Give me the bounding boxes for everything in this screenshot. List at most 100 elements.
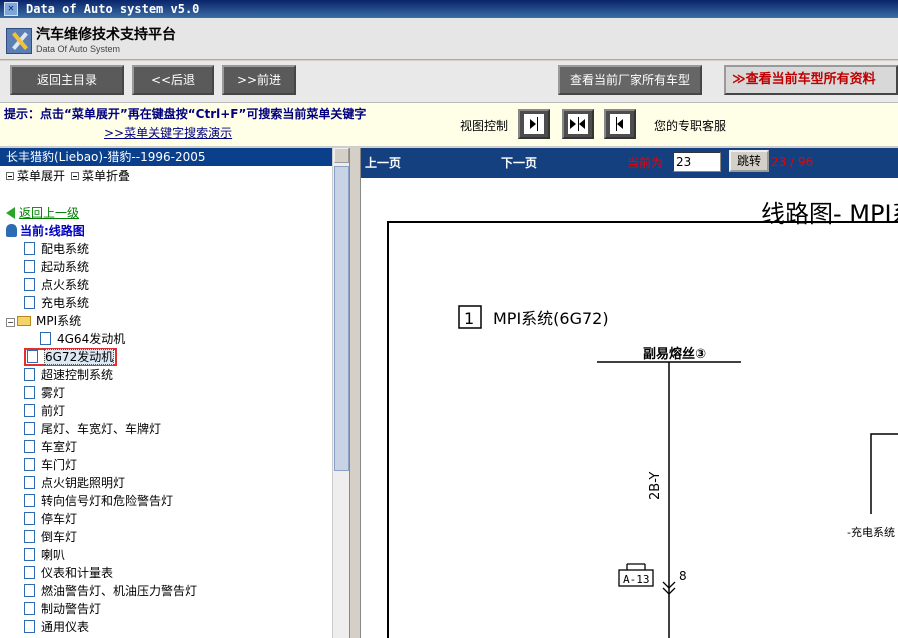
document-icon — [24, 296, 35, 309]
tree-item-4g64[interactable]: 4G64发动机 — [6, 330, 349, 348]
tree-item[interactable]: 起动系统 — [6, 258, 349, 276]
current-page-label: 当前为 — [627, 154, 664, 171]
document-icon — [24, 566, 35, 579]
document-icon — [24, 386, 35, 399]
page-number-input[interactable] — [673, 152, 721, 172]
connector-id: A-13 — [623, 573, 650, 586]
tree-item-label: 制动警告灯 — [41, 602, 102, 616]
selected-highlight: 6G72发动机 — [24, 348, 118, 366]
tree-item[interactable]: 喇叭 — [6, 546, 349, 564]
forward-button[interactable]: >>前进 — [222, 65, 296, 95]
tree-item[interactable]: 雾灯 — [6, 384, 349, 402]
app-header: 汽车维修技术支持平台 Data Of Auto System — [0, 18, 898, 60]
jump-button[interactable]: 跳转 — [729, 150, 769, 172]
next-page-button[interactable]: 下一页 — [501, 154, 537, 171]
folder-icon — [17, 316, 31, 326]
tree-item[interactable]: 充电系统 — [6, 294, 349, 312]
brand-title: 汽车维修技术支持平台 — [36, 27, 176, 43]
view-control-label: 视图控制 — [460, 119, 509, 133]
tree-scrollbar[interactable] — [332, 148, 349, 638]
tree-item[interactable]: 仪表和计量表 — [6, 564, 349, 582]
section-number: 1 — [464, 309, 474, 328]
document-icon — [24, 278, 35, 291]
tree-item-6g72-selected[interactable]: 6G72发动机 — [6, 348, 349, 366]
document-icon — [24, 512, 35, 525]
prev-page-button[interactable]: 上一页 — [365, 154, 401, 171]
tree-item[interactable]: 燃油警告灯、机油压力警告灯 — [6, 582, 349, 600]
scroll-up-icon[interactable] — [334, 148, 349, 163]
tree-item-label: 起动系统 — [41, 260, 90, 274]
document-icon — [24, 602, 35, 615]
document-icon — [24, 476, 35, 489]
tree-item[interactable]: 超速控制系统 — [6, 366, 349, 384]
window-title: Data of Auto system v5.0 — [26, 2, 200, 16]
collapse-icon — [71, 172, 80, 180]
back-button[interactable]: <<后退 — [132, 65, 214, 95]
back-up-link[interactable]: 返回上一级 — [6, 204, 349, 222]
document-icon — [24, 422, 35, 435]
tree-item[interactable]: 倒车灯 — [6, 528, 349, 546]
tree-item-label: 转向信号灯和危险警告灯 — [41, 494, 174, 508]
document-icon — [40, 332, 51, 345]
document-icon — [24, 584, 35, 597]
view-split-button[interactable] — [562, 109, 594, 139]
app-icon: ✕ — [4, 2, 18, 16]
document-icon — [24, 620, 35, 633]
customer-service: 您的专职客服 — [654, 119, 727, 133]
document-icon — [24, 368, 35, 381]
tree-item[interactable]: 点火系统 — [6, 276, 349, 294]
tree-item-label: 停车灯 — [41, 512, 78, 526]
document-icon — [24, 548, 35, 561]
scroll-thumb[interactable] — [334, 166, 349, 471]
document-icon — [24, 260, 35, 273]
tree-item-label: 喇叭 — [41, 548, 66, 562]
tree-item-label: 车室灯 — [41, 440, 78, 454]
tree-item-label: 尾灯、车宽灯、车牌灯 — [41, 422, 162, 436]
tree-item-label: 雾灯 — [41, 386, 66, 400]
tree-item[interactable]: 前灯 — [6, 402, 349, 420]
document-icon — [24, 242, 35, 255]
tree-item-label: 点火钥匙照明灯 — [41, 476, 126, 490]
menu-collapse-button[interactable]: 菜单折叠 — [71, 166, 130, 186]
search-demo-link[interactable]: >>菜单关键字搜索演示 — [104, 124, 232, 141]
diagram-viewer-panel: 上一页 下一页 当前为 跳转 23 / 96 线路图- MPI系统 1 MPI系… — [360, 148, 898, 638]
menu-tools: 菜单展开 菜单折叠 — [0, 166, 349, 186]
wiring-diagram[interactable]: 线路图- MPI系统 1 MPI系统(6G72) 副易熔丝③ 2B-Y A-13… — [361, 178, 898, 638]
home-button[interactable]: 返回主目录 — [10, 65, 124, 95]
menu-tree: 返回上一级 当前:线路图 配电系统 起动系统 点火系统 充电系统 − MPI系统 4G6… — [0, 204, 349, 636]
section-title: MPI系统(6G72) — [493, 309, 609, 328]
tree-folder-mpi[interactable]: − MPI系统 — [6, 312, 349, 330]
tree-item[interactable]: 车室灯 — [6, 438, 349, 456]
menu-tree-panel: 长丰猎豹(Liebao)-猎豹--1996-2005 菜单展开 菜单折叠 返回上… — [0, 148, 350, 638]
tree-item[interactable]: 配电系统 — [6, 240, 349, 258]
tree-item[interactable]: 通用仪表 — [6, 618, 349, 636]
document-icon — [24, 530, 35, 543]
tree-item[interactable]: 车门灯 — [6, 456, 349, 474]
location-icon — [6, 224, 17, 237]
vehicle-header: 长丰猎豹(Liebao)-猎豹--1996-2005 — [0, 148, 349, 166]
nav-toolbar: 返回主目录 <<后退 >>前进 查看当前厂家所有车型 ≫查看当前车型所有资料 — [0, 61, 898, 103]
tree-item[interactable]: 停车灯 — [6, 510, 349, 528]
document-icon — [24, 404, 35, 417]
view-expand-right-button[interactable] — [518, 109, 550, 139]
tree-item-label: 充电系统 — [41, 296, 90, 310]
document-icon — [24, 440, 35, 453]
tree-item[interactable]: 制动警告灯 — [6, 600, 349, 618]
menu-expand-button[interactable]: 菜单展开 — [6, 166, 65, 186]
pin-number: 8 — [679, 569, 687, 583]
brand-subtitle: Data Of Auto System — [36, 44, 121, 54]
tree-item-label: 通用仪表 — [41, 620, 90, 634]
all-data-model-button[interactable]: ≫查看当前车型所有资料 — [724, 65, 898, 95]
document-icon — [24, 494, 35, 507]
tree-item[interactable]: 尾灯、车宽灯、车牌灯 — [6, 420, 349, 438]
tree-item[interactable]: 转向信号灯和危险警告灯 — [6, 492, 349, 510]
expand-left-icon — [610, 114, 630, 134]
tree-item-label: 倒车灯 — [41, 530, 78, 544]
charging-system-label: -充电系统 — [847, 525, 895, 539]
wire-code: 2B-Y — [648, 472, 663, 500]
view-expand-left-button[interactable] — [604, 109, 636, 139]
tree-item-label: 超速控制系统 — [41, 368, 114, 382]
collapse-node-icon: − — [6, 318, 15, 327]
all-models-maker-button[interactable]: 查看当前厂家所有车型 — [558, 65, 702, 95]
tree-item[interactable]: 点火钥匙照明灯 — [6, 474, 349, 492]
